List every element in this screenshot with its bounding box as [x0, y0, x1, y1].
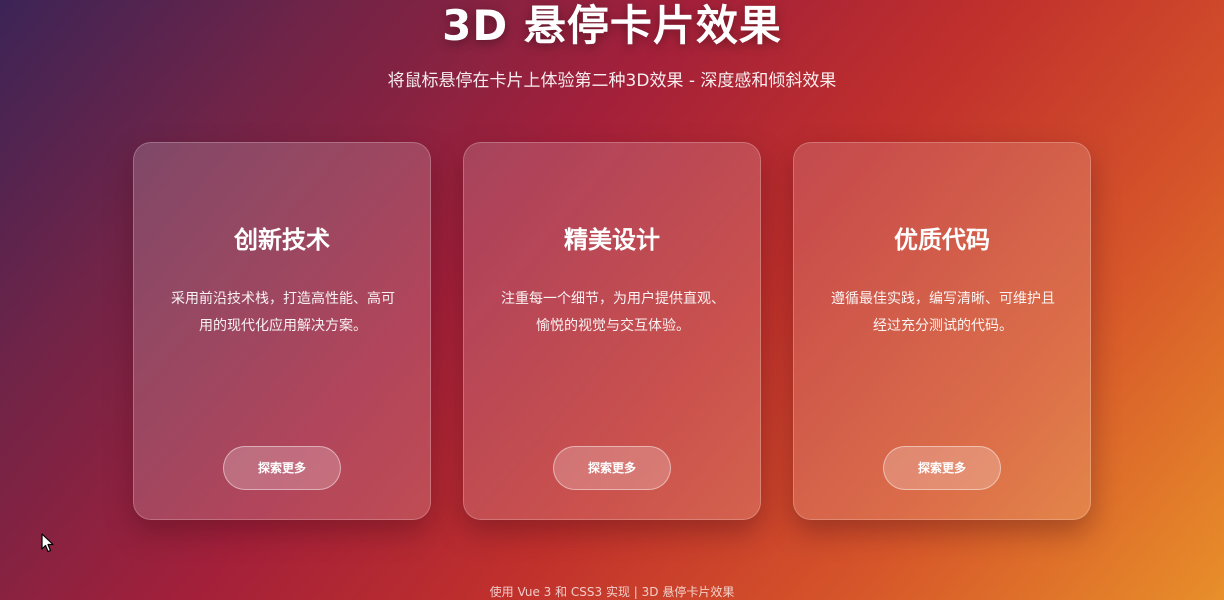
card-title: 优质代码: [894, 226, 990, 254]
card-innovative-tech[interactable]: 创新技术 采用前沿技术栈，打造高性能、高可用的现代化应用解决方案。 探索更多: [133, 142, 431, 520]
mouse-pointer-icon: [41, 533, 54, 553]
card-description: 注重每一个细节，为用户提供直观、愉悦的视觉与交互体验。: [501, 291, 725, 334]
card-title: 精美设计: [564, 226, 660, 254]
page-subtitle: 将鼠标悬停在卡片上体验第二种3D效果 - 深度感和倾斜效果: [387, 71, 837, 91]
card-quality-code[interactable]: 优质代码 遵循最佳实践，编写清晰、可维护且经过充分测试的代码。 探索更多: [793, 142, 1091, 520]
explore-more-button[interactable]: 探索更多: [553, 446, 671, 490]
card-description: 遵循最佳实践，编写清晰、可维护且经过充分测试的代码。: [831, 291, 1055, 334]
card-description: 采用前沿技术栈，打造高性能、高可用的现代化应用解决方案。: [171, 291, 395, 334]
explore-more-button[interactable]: 探索更多: [223, 446, 341, 490]
explore-more-button[interactable]: 探索更多: [883, 446, 1001, 490]
card-beautiful-design[interactable]: 精美设计 注重每一个细节，为用户提供直观、愉悦的视觉与交互体验。 探索更多: [463, 142, 761, 520]
page-title: 3D 悬停卡片效果: [442, 1, 782, 50]
card-title: 创新技术: [234, 226, 330, 254]
footer-text: 使用 Vue 3 和 CSS3 实现 | 3D 悬停卡片效果: [489, 585, 735, 599]
